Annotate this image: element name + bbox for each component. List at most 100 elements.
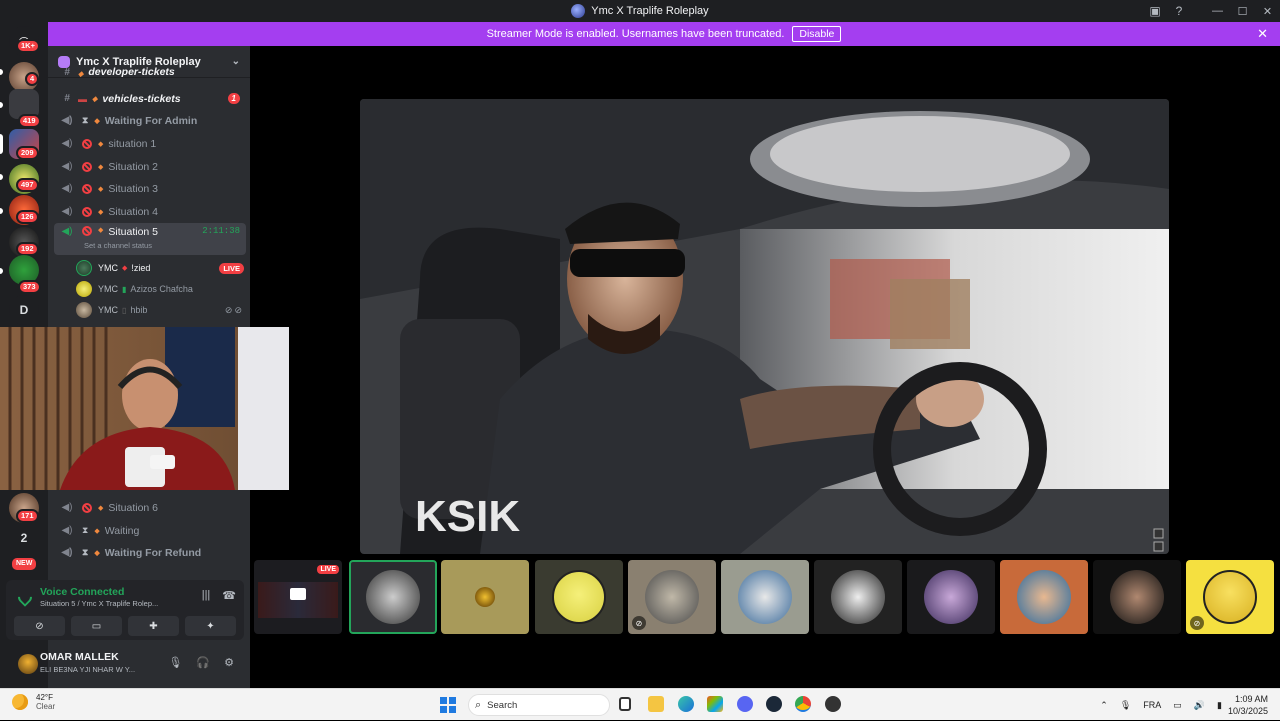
share-screen-button[interactable]: ▭ xyxy=(71,616,122,636)
participant-tile[interactable] xyxy=(721,560,809,634)
voice-connected-channel[interactable]: Situation 5 / Ymc X Traplife Rolep... xyxy=(40,599,158,608)
user-tag: YMC xyxy=(98,305,118,315)
participant-tile[interactable]: ⊘ xyxy=(1186,560,1274,634)
no-entry-icon xyxy=(82,161,92,172)
channel-situation-1[interactable]: ◀) ◆ situation 1 xyxy=(54,133,246,154)
screen-icon xyxy=(290,588,306,600)
voice-user[interactable]: YMC ▯ hbib ⊘⊘ xyxy=(76,300,244,320)
noise-suppression-icon[interactable]: ||| xyxy=(202,589,211,602)
settings-gear-icon[interactable]: ⚙ xyxy=(224,656,234,669)
chrome-icon[interactable] xyxy=(795,696,811,712)
voice-user[interactable]: YMC ▮ Azizos Chafcha xyxy=(76,279,244,299)
channel-situation-4[interactable]: ◀) ◆ Situation 4 xyxy=(54,201,246,222)
search-icon: ⌕ xyxy=(475,698,482,711)
stream-tile[interactable]: LIVE xyxy=(254,560,342,634)
weather-widget[interactable]: 42°F Clear xyxy=(12,693,55,711)
store-icon[interactable] xyxy=(707,696,723,712)
volume-icon[interactable]: 🔊 xyxy=(1194,700,1205,711)
channel-vehicles-tickets[interactable]: # ▬ ◆ vehicles-tickets 1 xyxy=(54,88,246,109)
microphone-icon[interactable]: 🎙 xyxy=(168,656,182,669)
close-window-button[interactable]: ✕ xyxy=(1255,0,1280,22)
hourglass-icon: ⧗ xyxy=(82,525,89,535)
speaker-icon: ◀) xyxy=(61,161,73,172)
activities-button[interactable]: ✚ xyxy=(128,616,179,636)
channel-situation-3[interactable]: ◀) ◆ Situation 3 xyxy=(54,178,246,199)
server-badge: 497 xyxy=(16,178,39,192)
channel-name: vehicles-tickets xyxy=(102,92,181,105)
close-banner-icon[interactable]: ✕ xyxy=(1257,26,1268,42)
headphones-icon[interactable]: 🎧 xyxy=(196,656,210,669)
file-explorer-icon[interactable] xyxy=(648,696,664,712)
channel-situation-5[interactable]: ◀) ◆ Situation 5 2:11:38 Set a channel s… xyxy=(54,223,246,255)
language-indicator[interactable]: FRA xyxy=(1143,700,1161,710)
clock[interactable]: 1:09 AM 10/3/2025 xyxy=(1228,693,1268,717)
voice-connected-title[interactable]: Voice Connected xyxy=(40,586,124,598)
disconnect-icon[interactable]: ☎ xyxy=(222,589,236,602)
badge-icon: ▯ xyxy=(122,305,127,315)
diamond-icon: ◆ xyxy=(94,527,100,535)
participant-tile[interactable] xyxy=(1000,560,1088,634)
channel-developer-tickets[interactable]: # ◆ developer-tickets xyxy=(54,66,246,78)
user-tag: YMC xyxy=(98,263,118,273)
avatar xyxy=(475,587,495,607)
diamond-icon: ◆ xyxy=(98,208,104,216)
main-stream-video[interactable]: KSIK xyxy=(360,99,1169,554)
soundboard-button[interactable]: ✦ xyxy=(185,616,236,636)
server-badge: 171 xyxy=(16,509,39,523)
system-tray: ⌃ 🎙 FRA ▭ 🔊 ▮ 1:09 AM 10/3/2025 xyxy=(1094,689,1280,721)
discord-taskbar-icon[interactable] xyxy=(737,696,753,712)
participant-tile[interactable] xyxy=(349,560,437,634)
minimize-button[interactable]: — xyxy=(1205,0,1230,22)
battery-icon[interactable]: ▮ xyxy=(1217,700,1222,711)
camera-off-button[interactable]: ⊘ xyxy=(14,616,65,636)
maximize-button[interactable]: ☐ xyxy=(1230,0,1255,22)
search-box[interactable]: ⌕ Search xyxy=(468,694,610,716)
start-button[interactable] xyxy=(440,697,456,713)
chevron-up-icon[interactable]: ⌃ xyxy=(1100,700,1108,711)
channel-situation-6[interactable]: ◀) ◆ Situation 6 xyxy=(54,497,246,518)
edge-icon[interactable] xyxy=(678,696,694,712)
screen-share-icon: ▭ xyxy=(91,620,102,632)
participant-tile[interactable] xyxy=(814,560,902,634)
user-name: !zied xyxy=(131,263,151,273)
speaker-icon: ◀) xyxy=(61,502,73,513)
steam-icon[interactable] xyxy=(766,696,782,712)
app-icon[interactable] xyxy=(825,696,841,712)
avatar[interactable] xyxy=(18,654,38,674)
channel-status[interactable]: Set a channel status xyxy=(84,241,152,250)
webcam-overlay[interactable] xyxy=(0,327,289,490)
muted-icon: ⊘ xyxy=(1190,616,1204,630)
channel-name: Situation 5 xyxy=(108,226,159,238)
participant-tile[interactable] xyxy=(441,560,529,634)
server-count[interactable]: 2 xyxy=(9,523,39,553)
avatar xyxy=(76,302,92,318)
server-badge: 126 xyxy=(16,210,39,224)
voice-user[interactable]: YMC ◆ !zied LIVE xyxy=(76,258,244,278)
participant-tile[interactable] xyxy=(907,560,995,634)
avatar xyxy=(924,570,978,624)
no-entry-icon xyxy=(82,183,92,194)
participant-tile[interactable] xyxy=(1093,560,1181,634)
channel-waiting-for-refund[interactable]: ◀) ⧗ ◆ Waiting For Refund xyxy=(54,542,246,563)
weather-condition: Clear xyxy=(36,702,56,711)
channel-waiting-for-admin[interactable]: ◀) ⧗ ◆ Waiting For Admin xyxy=(54,110,246,131)
call-timer: 2:11:38 xyxy=(202,226,240,236)
soundboard-icon: ✦ xyxy=(206,620,215,632)
participant-tile[interactable] xyxy=(535,560,623,634)
diamond-icon: ◆ xyxy=(98,140,104,148)
inbox-icon[interactable]: ▣ xyxy=(1143,0,1167,22)
signal-icon[interactable] xyxy=(15,587,35,607)
participant-strip: LIVE ⊘ ⊘ xyxy=(254,560,1280,635)
network-icon[interactable]: ▭ xyxy=(1173,700,1182,711)
channel-waiting[interactable]: ◀) ⧗ ◆ Waiting xyxy=(54,520,246,541)
banner-text: Streamer Mode is enabled. Usernames have… xyxy=(486,28,785,40)
server-letter-d[interactable]: D xyxy=(9,295,39,325)
disable-streamer-mode-button[interactable]: Disable xyxy=(792,26,842,42)
participant-tile[interactable]: ⊘ xyxy=(628,560,716,634)
title-bar: Ymc X Traplife Roleplay ▣ ? — ☐ ✕ xyxy=(0,0,1280,22)
channel-situation-2[interactable]: ◀) ◆ Situation 2 xyxy=(54,156,246,177)
user-name[interactable]: OMAR MALLEK xyxy=(40,651,119,663)
microphone-tray-icon[interactable]: 🎙 xyxy=(1120,700,1131,711)
help-icon[interactable]: ? xyxy=(1167,0,1191,22)
task-view-icon[interactable] xyxy=(619,697,631,711)
